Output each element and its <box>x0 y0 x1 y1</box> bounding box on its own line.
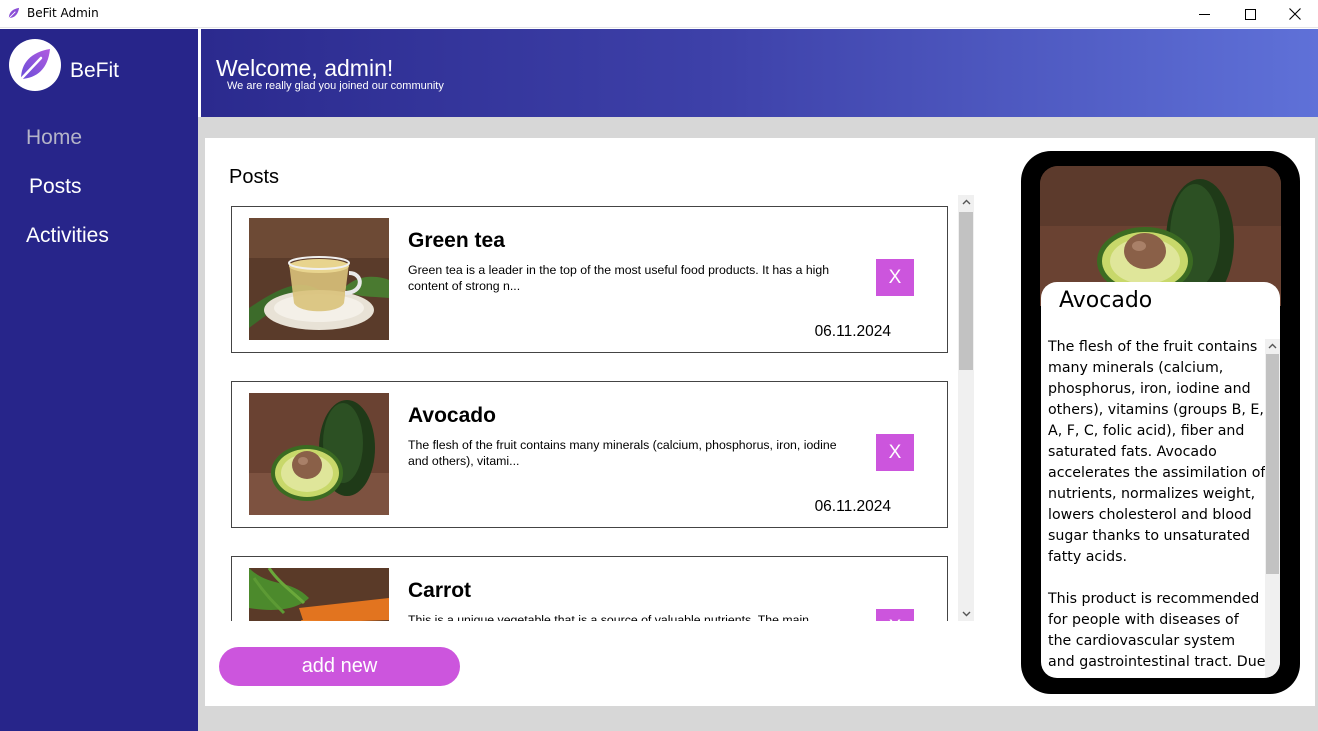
welcome-subtitle: We are really glad you joined our commun… <box>227 80 444 92</box>
close-icon <box>1289 8 1301 20</box>
post-description: Green tea is a leader in the top of the … <box>408 263 830 293</box>
delete-post-button[interactable]: X <box>876 259 914 296</box>
green-tea-image <box>249 218 389 340</box>
window-title: BeFit Admin <box>27 6 99 20</box>
nav-item-posts[interactable]: Posts <box>29 175 82 199</box>
nav-item-home[interactable]: Home <box>26 126 82 150</box>
post-card-green-tea[interactable]: Green tea Green tea is a leader in the t… <box>231 206 948 353</box>
post-title: Green tea <box>408 229 505 252</box>
minimize-button[interactable] <box>1181 0 1227 28</box>
scroll-down-button[interactable] <box>958 607 974 621</box>
maximize-icon <box>1244 8 1256 20</box>
logo <box>9 39 61 91</box>
delete-post-button[interactable]: X <box>876 434 914 471</box>
posts-heading: Posts <box>229 166 280 188</box>
add-new-button[interactable]: add new <box>219 647 460 686</box>
post-date: 06.11.2024 <box>814 498 891 515</box>
header-banner: Welcome, admin! We are really glad you j… <box>201 29 1318 117</box>
title-bar: BeFit Admin <box>0 0 1318 28</box>
post-card-avocado[interactable]: Avocado The flesh of the fruit contains … <box>231 381 948 528</box>
leaf-icon <box>20 49 50 80</box>
post-title: Avocado <box>408 404 496 427</box>
detail-text: The flesh of the fruit contains many min… <box>1048 339 1266 678</box>
leaf-icon <box>8 7 20 19</box>
posts-scrollbar[interactable] <box>958 195 974 621</box>
detail-content: Avocado The flesh of the fruit contains … <box>1041 282 1280 678</box>
detail-scrollbar[interactable] <box>1265 339 1280 678</box>
post-card-carrot[interactable]: Carrot This is a unique vegetable that i… <box>231 556 948 621</box>
scroll-thumb[interactable] <box>959 212 973 370</box>
chevron-down-icon <box>962 611 970 617</box>
nav-item-activities[interactable]: Activities <box>26 224 109 248</box>
detail-title: Avocado <box>1059 288 1153 313</box>
scroll-thumb[interactable] <box>1266 354 1279 574</box>
minimize-icon <box>1198 13 1210 15</box>
posts-list[interactable]: Green tea Green tea is a leader in the t… <box>230 195 958 621</box>
chevron-up-icon <box>962 199 970 205</box>
post-title: Carrot <box>408 579 472 602</box>
scroll-up-button[interactable] <box>1265 339 1280 353</box>
post-description: The flesh of the fruit contains many min… <box>408 438 837 468</box>
close-button[interactable] <box>1272 0 1318 28</box>
post-date: 06.11.2024 <box>814 323 891 340</box>
scroll-up-button[interactable] <box>958 195 974 209</box>
chevron-up-icon <box>1268 343 1277 349</box>
carrot-image <box>249 568 389 621</box>
avocado-image <box>249 393 389 515</box>
sidebar: BeFit Home Posts Activities <box>0 29 198 731</box>
maximize-button[interactable] <box>1227 0 1273 28</box>
welcome-heading: Welcome, admin! <box>216 55 394 81</box>
post-description: This is a unique vegetable that is a sou… <box>408 613 810 621</box>
delete-post-button[interactable]: X <box>876 609 914 621</box>
brand-name: BeFit <box>70 59 120 82</box>
